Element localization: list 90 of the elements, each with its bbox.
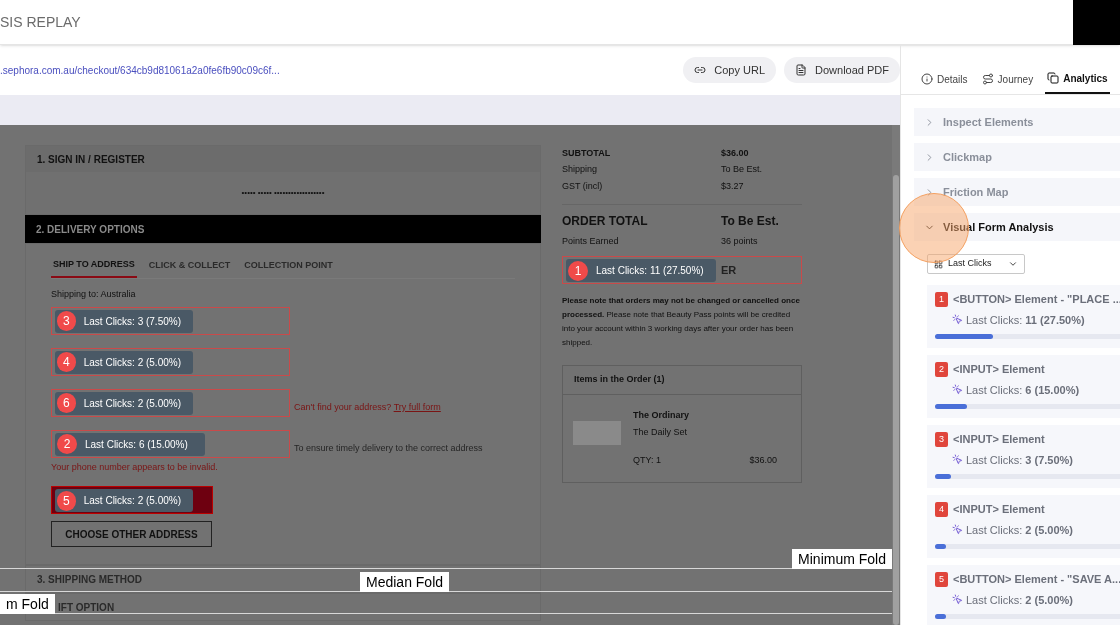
product-brand: The Ordinary [633,409,690,422]
element-title: <INPUT> Element [953,362,1045,377]
element-click-count: Last Clicks: 2 (5.00%) [966,592,1073,608]
element-number-badge: 1 [935,291,948,307]
points-value: 36 points [721,234,758,248]
element-number-badge: 3 [935,431,948,447]
badge-number: 5 [57,490,76,511]
element-stat-card[interactable]: 3 <INPUT> Element Last Clicks: 3 (7.50%) [927,425,1120,488]
element-click-count: Last Clicks: 2 (5.00%) [966,522,1073,538]
cursor-click-icon [952,524,963,536]
element-click-count: Last Clicks: 11 (27.50%) [966,312,1085,328]
element-click-count: Last Clicks: 6 (15.00%) [966,382,1080,398]
badge-number: 6 [57,393,76,413]
element-number-badge: 5 [935,571,948,587]
fold-label: m Fold [0,594,55,614]
sidebar-tab[interactable]: Details [919,64,970,94]
click-count: Last Clicks: 2 (5.00%) [83,494,181,508]
route-icon [981,73,994,85]
section-title: 1. SIGN IN / REGISTER [37,152,145,167]
button-label: ER [721,262,737,278]
sidebar-tab[interactable]: Analytics [1045,64,1110,94]
masked-text: ••••• ••••• •••••••••••••••••• [241,187,325,199]
order-total-label: ORDER TOTAL [562,212,649,230]
sidebar-tab[interactable]: Journey [979,64,1036,94]
badge-number: 1 [568,260,588,281]
grid-icon [934,259,943,269]
fold-label: Median Fold [360,571,450,592]
download-pdf-button[interactable]: Download PDF [784,57,900,83]
points-label: Points Earned [562,234,620,248]
product-photo-placeholder [573,421,621,445]
form-input-field[interactable]: 2 Last Clicks: 6 (15.00%) [51,429,290,458]
element-stat-card[interactable]: 2 <INPUT> Element Last Clicks: 6 (15.00%) [927,355,1120,418]
link-icon [694,64,707,76]
shipping-country: Shipping to: Australia [51,288,137,301]
address-help-text: Can't find your address? Try full form [294,400,441,414]
click-count: Last Clicks: 2 (5.00%) [83,396,181,411]
choose-other-address-button[interactable]: CHOOSE OTHER ADDRESS [51,521,212,547]
items-title: Items in the Order (1) [574,373,665,387]
click-count: Last Clicks: 2 (5.00%) [83,355,181,370]
copy-icon [1047,72,1060,84]
order-total-value: To Be Est. [721,212,779,230]
product-price: $36.00 [749,454,777,467]
cursor-click-icon [952,594,963,606]
summary-value: $36.00 [721,146,749,160]
page-title: SIS REPLAY [0,12,81,32]
product-quantity: QTY: 1 [633,454,661,467]
element-title: <INPUT> Element [953,502,1045,517]
section-title: 2. DELIVERY OPTIONS [36,222,145,237]
section-title: IFT OPTION [58,600,115,615]
summary-label: GST (incl) [562,179,604,193]
click-count: Last Clicks: 11 (27.50%) [596,264,704,278]
element-title: <INPUT> Element [953,432,1045,447]
error-message: Your phone number appears to be invalid. [51,460,219,474]
badge-number: 2 [57,434,77,454]
summary-label: SUBTOTAL [562,146,612,160]
element-number-badge: 4 [935,501,948,517]
element-click-count: Last Clicks: 3 (7.50%) [966,452,1073,468]
info-icon [921,73,933,85]
element-title: <BUTTON> Element - "SAVE A... [953,572,1120,587]
fold-label: Minimum Fold [792,549,892,569]
cursor-click-icon [952,314,963,326]
accordion-header[interactable]: Visual Form Analysis [914,213,1120,241]
metric-dropdown[interactable]: Last Clicks [927,254,1025,274]
form-input-field[interactable]: 3 Last Clicks: 3 (7.50%) [51,306,290,335]
order-notice: Please note that orders may not be changed or cancelled once processed. Please note that Beauty Pass points will be credited into your account within 3 working days after your order has been shipped. [562,295,801,349]
summary-value: To Be Est. [721,163,763,176]
dark-header-block [1073,0,1120,45]
element-stat-card[interactable]: 4 <INPUT> Element Last Clicks: 2 (5.00%) [927,495,1120,558]
session-url-link[interactable]: .sephora.com.au/checkout/634cb9d81061a2a0fe6fb90c09c6f... [0,62,280,78]
element-number-badge: 2 [935,361,948,377]
delivery-tab[interactable]: SHIP TO ADDRESS [51,254,137,278]
click-count: Last Clicks: 3 (7.50%) [83,314,181,329]
field-hint: To ensure timely delivery to the correct address [294,441,483,455]
click-count: Last Clicks: 6 (15.00%) [85,437,188,452]
summary-value: $3.27 [721,179,744,193]
copy-url-button[interactable]: Copy URL [683,57,776,83]
summary-label: Shipping [562,163,599,176]
save-address-button[interactable]: 5 Last Clicks: 2 (5.00%) [51,486,213,514]
cursor-click-icon [952,454,963,466]
badge-number: 4 [57,352,76,372]
section-title: 3. SHIPPING METHOD [37,572,142,587]
form-input-field[interactable]: 6 Last Clicks: 2 (5.00%) [51,388,290,417]
pdf-icon [795,64,807,76]
place-order-button[interactable]: 1 Last Clicks: 11 (27.50%) ER [562,256,802,284]
cursor-click-icon [952,384,963,396]
form-input-field[interactable]: 4 Last Clicks: 2 (5.00%) [51,347,290,376]
product-name: The Daily Set [633,425,689,439]
badge-number: 3 [57,311,76,331]
chevron-down-icon [1008,259,1018,269]
element-stat-card[interactable]: 5 <BUTTON> Element - "SAVE A... Last Clicks: 2 (5.00%) [927,565,1120,625]
